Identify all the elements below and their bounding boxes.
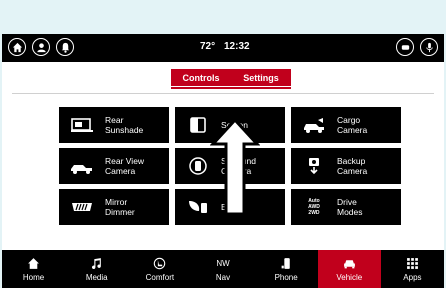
bell-icon — [61, 42, 69, 53]
rear-view-camera-button[interactable]: Rear View Camera — [59, 148, 169, 184]
nav-label: Media — [85, 272, 108, 282]
mirror-dimmer-icon — [67, 195, 97, 219]
tile-label: Drive Modes — [337, 197, 363, 217]
voice-button[interactable] — [420, 38, 438, 56]
nav-label: Vehicle — [336, 272, 363, 282]
nav-label: Phone — [274, 272, 298, 282]
music-note-icon — [90, 257, 104, 271]
compass-icon: NW — [216, 258, 230, 268]
nav-comfort[interactable]: Comfort — [128, 250, 191, 288]
drive-mode-2wd: 2WD — [308, 210, 320, 216]
tab-underline — [171, 87, 291, 89]
home-icon — [12, 42, 22, 52]
seat-icon — [153, 257, 167, 271]
home-icon — [27, 257, 41, 271]
drive-modes-button[interactable]: Auto AWD 2WD Drive Modes — [291, 189, 401, 225]
nav-label: Nav — [215, 272, 231, 282]
tab-bar: Controls Settings — [171, 69, 291, 86]
surround-camera-icon — [183, 154, 213, 178]
bottom-nav: Home Media Comfort NW Nav Phone Vehicle … — [2, 250, 444, 288]
eco-icon — [183, 195, 213, 219]
car-icon — [342, 257, 356, 271]
nav-label: Comfort — [145, 272, 175, 282]
rear-camera-icon — [67, 154, 97, 178]
nav-label: Apps — [403, 272, 422, 282]
divider — [12, 93, 434, 94]
backup-camera-icon — [299, 154, 329, 178]
mirror-dimmer-button[interactable]: Mirror Dimmer — [59, 189, 169, 225]
microphone-icon — [425, 42, 433, 52]
backup-camera-button[interactable]: Backup Camera — [291, 148, 401, 184]
pointer-arrow-icon — [210, 117, 260, 216]
tile-label: Rear View Camera — [105, 156, 145, 176]
phone-icon — [279, 257, 293, 271]
tile-label: Backup Camera — [337, 156, 368, 176]
apps-grid-icon — [405, 257, 419, 271]
tile-label: Mirror Dimmer — [105, 197, 135, 217]
nav-label: Home — [22, 272, 45, 282]
nav-vehicle[interactable]: Vehicle — [317, 250, 381, 288]
notifications-button[interactable] — [56, 38, 74, 56]
device-button[interactable] — [396, 38, 414, 56]
cargo-camera-icon — [299, 113, 329, 137]
sunshade-icon — [67, 113, 97, 137]
home-circle-button[interactable] — [8, 38, 26, 56]
tab-controls[interactable]: Controls — [171, 69, 231, 86]
nav-phone[interactable]: Phone — [255, 250, 318, 288]
rear-sunshade-button[interactable]: Rear Sunshade — [59, 107, 169, 143]
tile-label: Rear Sunshade — [105, 115, 144, 135]
nav-home[interactable]: Home — [2, 250, 65, 288]
device-icon — [401, 44, 409, 50]
driver-profile-button[interactable] — [32, 38, 50, 56]
person-icon — [36, 42, 46, 52]
nav-apps[interactable]: Apps — [381, 250, 444, 288]
cargo-camera-button[interactable]: Cargo Camera — [291, 107, 401, 143]
infotainment-screen: 72° 12:32 Controls Settings Rear Sunshad… — [2, 34, 444, 288]
tile-label: Cargo Camera — [337, 115, 368, 135]
vehicle-controls-panel: Controls Settings Rear Sunshade Screen — [2, 62, 444, 250]
status-bar: 72° 12:32 — [2, 34, 444, 62]
tab-settings[interactable]: Settings — [231, 69, 291, 86]
nav-media[interactable]: Media — [65, 250, 128, 288]
drive-modes-icon: Auto AWD 2WD — [299, 195, 329, 219]
nav-nav[interactable]: NW Nav — [191, 250, 254, 288]
clock: 12:32 — [224, 41, 250, 52]
temperature-readout: 72° — [200, 41, 216, 52]
screen-off-icon — [183, 113, 213, 137]
